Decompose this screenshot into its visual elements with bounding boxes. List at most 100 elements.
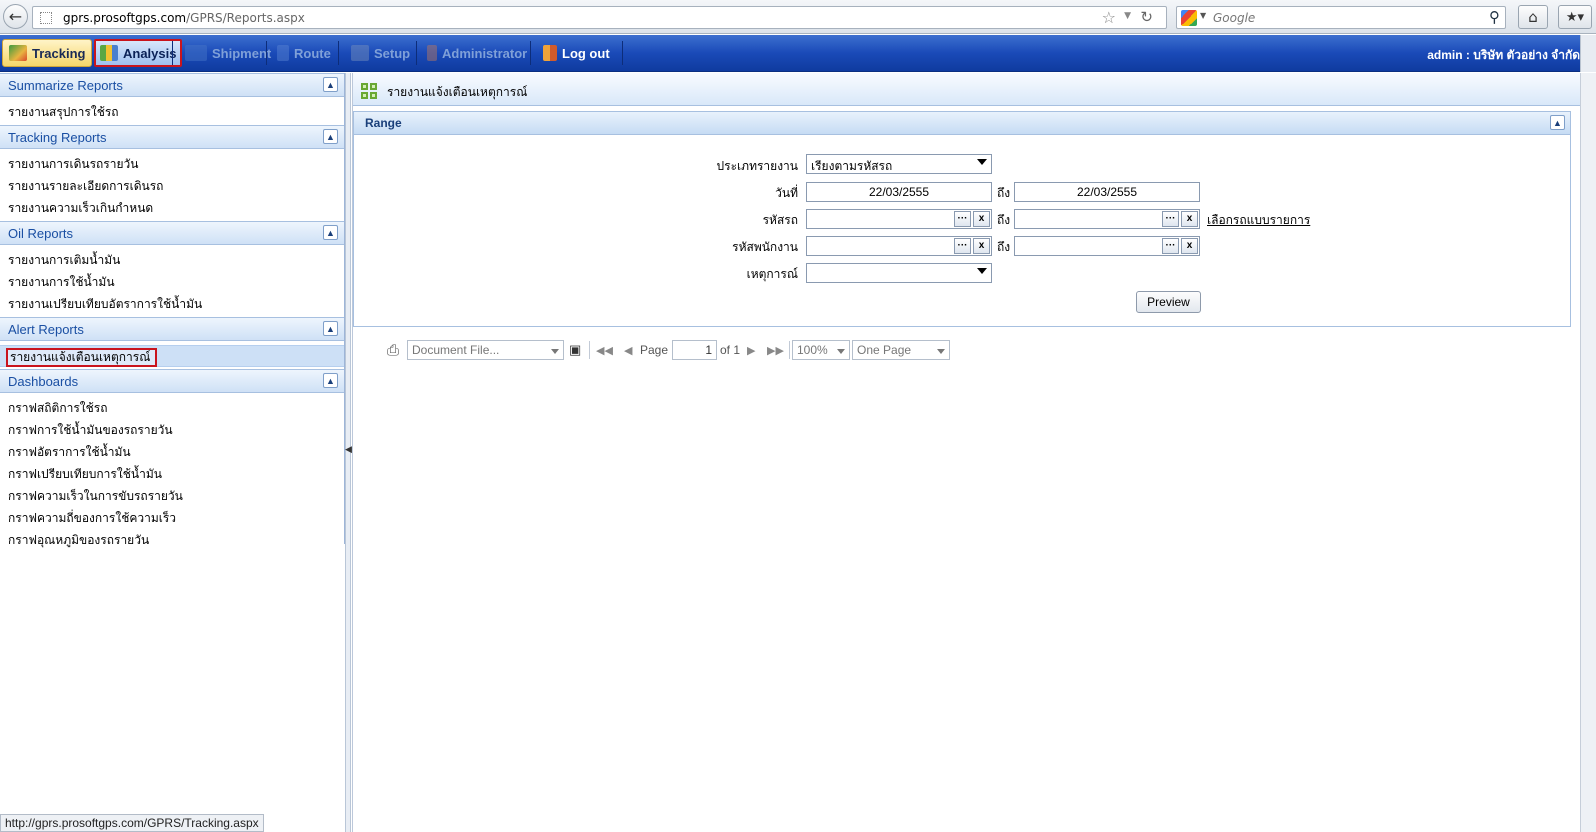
vehicle-from-field[interactable]: ··· x — [806, 209, 992, 229]
content-scrollbar[interactable] — [1580, 73, 1596, 832]
sidebar-report-link[interactable]: กราฟการใช้น้ำมันของรถรายวัน — [8, 419, 344, 441]
toolbar-separator — [789, 341, 790, 359]
chevron-down-icon — [977, 159, 987, 165]
page-number-input[interactable]: 1 — [672, 340, 717, 360]
page-scrollbar[interactable] — [1580, 35, 1596, 72]
collapse-up-icon[interactable]: ▲ — [323, 321, 338, 336]
nav-shipment-label: Shipment — [212, 45, 272, 61]
first-page-icon[interactable]: ◀◀ — [596, 340, 613, 360]
employee-from-browse-button[interactable]: ··· — [954, 238, 971, 254]
nav-analysis[interactable]: Analysis — [94, 39, 183, 67]
report-type-select[interactable]: เรียงตามรหัสรถ — [806, 154, 992, 174]
nav-administrator[interactable]: Administrator — [422, 39, 532, 67]
sidebar-splitter[interactable]: ◀ — [345, 73, 352, 832]
sidebar-section-header[interactable]: Tracking Reports ▲ — [0, 125, 344, 149]
view-mode-select[interactable]: One Page — [852, 340, 950, 360]
site-identity-icon[interactable] — [40, 12, 52, 24]
nav-logout[interactable]: Log out — [538, 39, 615, 67]
vehicle-code-label: รหัสรถ — [762, 213, 798, 227]
sidebar-report-link[interactable]: รายงานการใช้น้ำมัน — [8, 271, 344, 293]
employee-to-browse-button[interactable]: ··· — [1162, 238, 1179, 254]
search-icon[interactable]: ⚲ — [1489, 8, 1500, 26]
browser-toolbar: ← gprs.prosoftgps.com/GPRS/Reports.aspx … — [0, 0, 1596, 34]
google-engine-icon[interactable] — [1181, 10, 1197, 26]
zoom-select[interactable]: 100% — [792, 340, 850, 360]
employee-to-clear-button[interactable]: x — [1181, 238, 1198, 254]
search-box[interactable]: ▼ Google ⚲ — [1176, 6, 1506, 29]
sidebar-section-header[interactable]: Summarize Reports ▲ — [0, 73, 344, 97]
back-arrow-icon[interactable]: ← — [3, 4, 28, 29]
sidebar-report-link[interactable]: รายงานรายละเอียดการเดินรถ — [8, 175, 344, 197]
bookmark-star-icon[interactable]: ☆ — [1102, 8, 1116, 27]
nav-route[interactable]: Route — [272, 39, 336, 67]
sidebar-section-items: รายงานแจ้งเตือนเหตุการณ์ — [0, 341, 344, 369]
vehicle-to-browse-button[interactable]: ··· — [1162, 211, 1179, 227]
report-content: รายงานแจ้งเตือนเหตุการณ์ Range ▲ ประเภทร… — [352, 73, 1580, 832]
sidebar-report-link[interactable]: รายงานสรุปการใช้รถ — [8, 101, 344, 123]
event-label: เหตุการณ์ — [746, 267, 798, 281]
report-header: รายงานแจ้งเตือนเหตุการณ์ — [353, 73, 1580, 106]
chevron-down-icon — [977, 268, 987, 274]
nav-tracking[interactable]: Tracking — [2, 39, 93, 67]
previous-page-icon[interactable]: ◀ — [624, 340, 632, 360]
bookmarks-menu-icon[interactable]: ★▾ — [1558, 5, 1592, 29]
save-icon[interactable]: ▣ — [569, 340, 583, 360]
sidebar-report-link[interactable]: กราฟอัตราการใช้น้ำมัน — [8, 441, 344, 463]
vehicle-to-clear-button[interactable]: x — [1181, 211, 1198, 227]
chevron-down-icon — [837, 349, 845, 354]
employee-to-field[interactable]: ··· x — [1014, 236, 1200, 256]
sidebar-report-label: รายงานแจ้งเตือนเหตุการณ์ — [6, 348, 158, 367]
sidebar-report-link[interactable]: กราฟอุณหภูมิของรถรายวัน — [8, 529, 344, 551]
event-select[interactable] — [806, 263, 992, 283]
sidebar-section-header[interactable]: Alert Reports ▲ — [0, 317, 344, 341]
home-icon[interactable]: ⌂ — [1518, 5, 1548, 29]
vehicle-from-browse-button[interactable]: ··· — [954, 211, 971, 227]
sidebar-report-label: กราฟสถิติการใช้รถ — [8, 401, 108, 415]
next-page-icon[interactable]: ▶ — [747, 340, 755, 360]
vehicle-from-clear-button[interactable]: x — [973, 211, 990, 227]
sidebar-report-link[interactable]: กราฟความถี่ของการใช้ความเร็ว — [8, 507, 344, 529]
collapse-up-icon[interactable]: ▲ — [323, 129, 338, 144]
sidebar-report-link[interactable]: กราฟสถิติการใช้รถ — [8, 397, 344, 419]
url-text[interactable]: gprs.prosoftgps.com/GPRS/Reports.aspx — [63, 11, 305, 25]
nav-tracking-label: Tracking — [32, 45, 86, 61]
vehicle-to-field[interactable]: ··· x — [1014, 209, 1200, 229]
print-icon[interactable]: ⎙ — [387, 340, 399, 360]
select-vehicle-list-link[interactable]: เลือกรถแบบรายการ — [1207, 211, 1310, 230]
employee-from-clear-button[interactable]: x — [973, 238, 990, 254]
collapse-up-icon[interactable]: ▲ — [1550, 115, 1565, 130]
sidebar-report-link[interactable]: รายงานการเดินรถรายวัน — [8, 153, 344, 175]
date-from-input[interactable]: 22/03/2555 — [806, 182, 992, 202]
sidebar-section-items: กราฟสถิติการใช้รถกราฟการใช้น้ำมันของรถรา… — [0, 393, 344, 553]
sidebar-section-items: รายงานสรุปการใช้รถ — [0, 97, 344, 125]
sidebar-report-label: รายงานรายละเอียดการเดินรถ — [8, 179, 164, 193]
collapse-up-icon[interactable]: ▲ — [323, 225, 338, 240]
sidebar-report-link[interactable]: รายงานความเร็วเกินกำหนด — [8, 197, 344, 219]
export-format-select[interactable]: Document File... — [407, 340, 564, 360]
address-bar[interactable]: gprs.prosoftgps.com/GPRS/Reports.aspx ☆ … — [32, 6, 1167, 29]
chevron-down-icon — [937, 349, 945, 354]
sidebar-report-link[interactable]: รายงานเปรียบเทียบอัตราการใช้น้ำมัน — [8, 293, 344, 315]
sidebar-section-header[interactable]: Oil Reports ▲ — [0, 221, 344, 245]
sidebar-report-label: กราฟความถี่ของการใช้ความเร็ว — [8, 511, 177, 525]
last-page-icon[interactable]: ▶▶ — [767, 340, 784, 360]
sidebar-report-link[interactable]: กราฟเปรียบเทียบการใช้น้ำมัน — [8, 463, 344, 485]
sidebar-section-title: Alert Reports — [8, 322, 84, 337]
engine-dropdown-icon[interactable]: ▼ — [1200, 11, 1206, 20]
nav-setup[interactable]: Setup — [346, 39, 415, 67]
collapse-up-icon[interactable]: ▲ — [323, 77, 338, 92]
preview-button[interactable]: Preview — [1136, 291, 1201, 313]
employee-from-field[interactable]: ··· x — [806, 236, 992, 256]
sidebar-report-link[interactable]: กราฟความเร็วในการขับรถรายวัน — [8, 485, 344, 507]
nav-shipment[interactable]: Shipment — [180, 39, 276, 67]
reload-icon[interactable]: ↻ — [1140, 8, 1153, 26]
sidebar-section-header[interactable]: Dashboards ▲ — [0, 369, 344, 393]
collapse-left-icon[interactable]: ◀ — [345, 445, 352, 455]
sidebar-report-link[interactable]: รายงานแจ้งเตือนเหตุการณ์ — [0, 345, 344, 367]
date-to-label: ถึง — [997, 186, 1011, 200]
sidebar-report-link[interactable]: รายงานการเติมน้ำมัน — [8, 249, 344, 271]
collapse-up-icon[interactable]: ▲ — [323, 373, 338, 388]
date-to-input[interactable]: 22/03/2555 — [1014, 182, 1200, 202]
url-dropdown-icon[interactable]: ▼ — [1124, 11, 1131, 21]
search-input[interactable]: Google — [1213, 11, 1255, 25]
